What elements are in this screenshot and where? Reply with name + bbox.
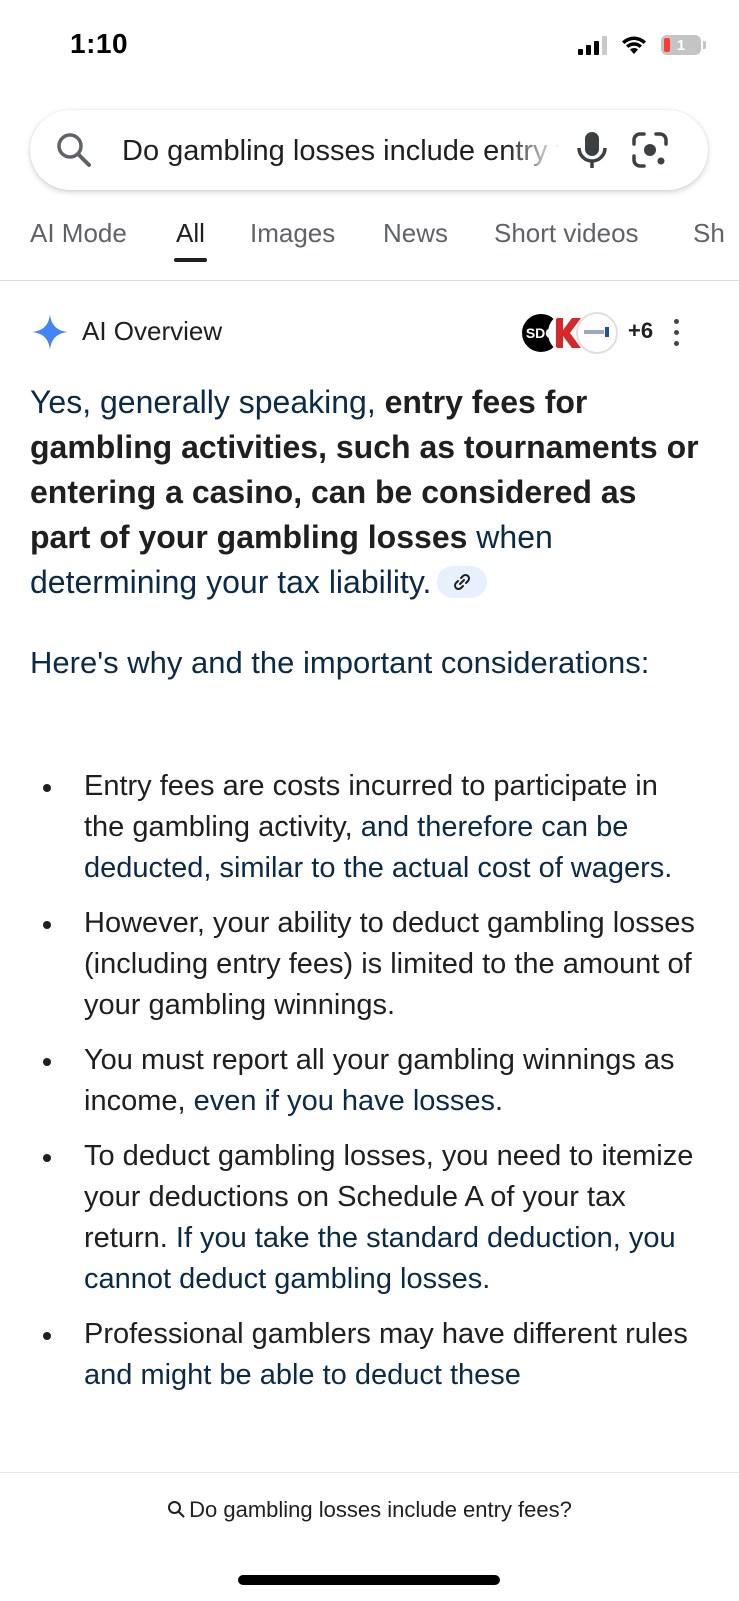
bottom-query[interactable]: Do gambling losses include entry fees? [0,1497,739,1523]
battery-level: 1 [676,36,686,54]
bottom-query-bar[interactable]: Do gambling losses include entry fees? [0,1472,739,1601]
tab-all[interactable]: All [174,218,207,262]
list-item: You must report all your gambling winnin… [0,1040,739,1122]
considerations-heading: Here's why and the important considerati… [30,645,650,680]
signal-icon [578,35,607,55]
citation-link-chip[interactable] [437,565,488,598]
tab-shopping[interactable]: Sh [693,218,725,249]
camera-lens-icon[interactable] [630,130,670,170]
list-item: To deduct gambling losses, you need to i… [0,1136,739,1300]
considerations-list: Entry fees are costs incurred to partici… [0,766,739,1410]
status-time: 1:10 [70,28,129,59]
bullet-text: and might be able to deduct these [84,1359,521,1391]
search-box[interactable] [30,110,708,190]
battery-icon: 1 [661,35,706,55]
tab-images[interactable]: Images [250,218,335,249]
search-icon[interactable] [54,130,94,170]
ai-overview-title: AI Overview [82,316,223,346]
tab-short-videos[interactable]: Short videos [494,218,639,249]
source-avatar[interactable] [576,312,618,354]
sparkle-icon [32,314,68,350]
wifi-icon [622,36,646,54]
bullet-emphasis: Professional gamblers may have different… [84,1318,688,1350]
ai-answer: Yes, generally speaking, entry fees for … [30,380,700,605]
link-icon [454,573,471,590]
home-indicator[interactable] [238,1575,500,1585]
answer-part: Yes, generally speaking, [30,384,385,420]
bullet-text: If you take the standard deduction, you … [84,1222,676,1295]
ai-overview-header: AI Overview SDO +6 [30,312,710,354]
list-item: Professional gamblers may have different… [0,1314,739,1396]
search-tabs: AI Mode All Images News Short videos Sh [0,208,739,281]
status-bar: 1:10 1 [0,0,739,92]
tab-ai-mode[interactable]: AI Mode [30,218,127,249]
search-icon [168,1501,185,1518]
more-sources-count[interactable]: +6 [628,318,653,344]
bullet-text: even if you have losses. [185,1085,504,1117]
bullet-emphasis: However, your ability to deduct gambling… [84,907,695,1021]
bottom-query-text: Do gambling losses include entry fees? [189,1497,572,1522]
search-input[interactable] [120,128,560,174]
source-logo-icon [584,327,609,337]
more-options-icon[interactable] [670,316,682,348]
list-item: However, your ability to deduct gambling… [0,903,739,1026]
list-item: Entry fees are costs incurred to partici… [0,766,739,889]
microphone-icon[interactable] [574,130,610,170]
status-icons: 1 [578,34,706,56]
tab-news[interactable]: News [383,218,448,249]
